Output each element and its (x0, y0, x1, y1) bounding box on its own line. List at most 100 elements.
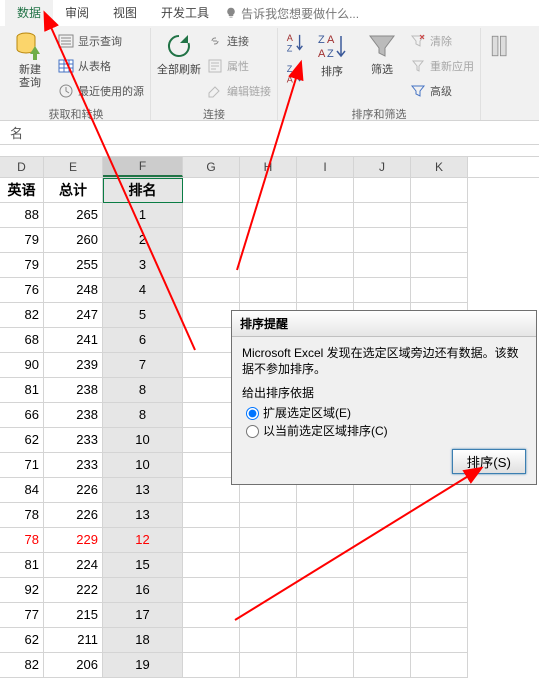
sort-desc-icon[interactable]: Z A (284, 61, 306, 89)
cell[interactable]: 68 (0, 328, 44, 353)
new-query-button[interactable]: 新建 查询 (8, 30, 52, 104)
cell[interactable]: 8 (103, 378, 183, 403)
cell[interactable]: 224 (44, 553, 103, 578)
edit-links-button[interactable]: 编辑链接 (207, 80, 271, 102)
cell[interactable]: 81 (0, 553, 44, 578)
cell[interactable]: 215 (44, 603, 103, 628)
cell[interactable]: 88 (0, 203, 44, 228)
cell[interactable]: 92 (0, 578, 44, 603)
tell-me[interactable]: 告诉我您想要做什么... (225, 0, 359, 26)
cell[interactable]: 260 (44, 228, 103, 253)
cell[interactable]: 247 (44, 303, 103, 328)
radio-expand[interactable]: 扩展选定区域(E) (246, 405, 526, 421)
col-header-J[interactable]: J (354, 157, 411, 177)
cell[interactable]: 66 (0, 403, 44, 428)
radio-current[interactable]: 以当前选定区域排序(C) (246, 423, 526, 439)
cell[interactable]: 17 (103, 603, 183, 628)
header-cell-F[interactable]: 排名 (103, 178, 183, 203)
radio-expand-input[interactable] (246, 407, 259, 420)
cell[interactable]: 241 (44, 328, 103, 353)
cell[interactable]: 13 (103, 503, 183, 528)
cell[interactable]: 12 (103, 528, 183, 553)
cell[interactable]: 79 (0, 228, 44, 253)
clear-filter-button[interactable]: 清除 (410, 30, 474, 52)
cell[interactable]: 78 (0, 503, 44, 528)
dialog-sort-button[interactable]: 排序(S) (452, 449, 526, 474)
cell[interactable]: 62 (0, 428, 44, 453)
tab-review[interactable]: 审阅 (53, 0, 101, 26)
refresh-all-button[interactable]: 全部刷新 (157, 30, 201, 104)
cell[interactable]: 233 (44, 428, 103, 453)
col-header-D[interactable]: D (0, 157, 44, 177)
tab-view[interactable]: 视图 (101, 0, 149, 26)
cell[interactable]: 13 (103, 478, 183, 503)
radio-current-input[interactable] (246, 425, 259, 438)
cell[interactable]: 10 (103, 428, 183, 453)
col-header-G[interactable]: G (183, 157, 240, 177)
col-header-K[interactable]: K (411, 157, 468, 177)
header-cell-D[interactable]: 英语 (0, 178, 44, 203)
connections-button[interactable]: 连接 (207, 30, 271, 52)
col-header-F[interactable]: F (103, 157, 183, 177)
cell[interactable]: 6 (103, 328, 183, 353)
dialog-title: 排序提醒 (232, 311, 536, 337)
cell[interactable]: 229 (44, 528, 103, 553)
cell[interactable]: 233 (44, 453, 103, 478)
cell[interactable]: 8 (103, 403, 183, 428)
name-box-row: 名 (0, 121, 539, 145)
cell[interactable]: 16 (103, 578, 183, 603)
show-queries-button[interactable]: 显示查询 (58, 30, 144, 52)
cell[interactable]: 71 (0, 453, 44, 478)
filter-button[interactable]: 筛选 (360, 30, 404, 104)
sort-asc-icon[interactable]: A Z (284, 30, 306, 58)
properties-button[interactable]: 属性 (207, 55, 271, 77)
cell[interactable]: 2 (103, 228, 183, 253)
cell[interactable]: 226 (44, 503, 103, 528)
cell[interactable]: 5 (103, 303, 183, 328)
cell[interactable]: 238 (44, 378, 103, 403)
cell[interactable]: 226 (44, 478, 103, 503)
cell[interactable]: 211 (44, 628, 103, 653)
header-cell-E[interactable]: 总计 (44, 178, 103, 203)
cell[interactable]: 82 (0, 303, 44, 328)
cell[interactable]: 77 (0, 603, 44, 628)
cell[interactable]: 3 (103, 253, 183, 278)
cell[interactable]: 206 (44, 653, 103, 678)
reapply-button[interactable]: 重新应用 (410, 55, 474, 77)
name-box[interactable]: 名 (4, 123, 29, 142)
cell[interactable]: 10 (103, 453, 183, 478)
cell[interactable]: 90 (0, 353, 44, 378)
cell[interactable]: 238 (44, 403, 103, 428)
cell[interactable]: 15 (103, 553, 183, 578)
cell[interactable]: 82 (0, 653, 44, 678)
col-header-I[interactable]: I (297, 157, 354, 177)
tab-devtools[interactable]: 开发工具 (149, 0, 221, 26)
cell[interactable]: 255 (44, 253, 103, 278)
col-header-E[interactable]: E (44, 157, 103, 177)
cell[interactable]: 239 (44, 353, 103, 378)
cell[interactable]: 18 (103, 628, 183, 653)
cell[interactable]: 1 (103, 203, 183, 228)
recent-sources-button[interactable]: 最近使用的源 (58, 80, 144, 102)
cell[interactable]: 248 (44, 278, 103, 303)
cell[interactable]: 78 (0, 528, 44, 553)
more-button[interactable] (487, 30, 517, 104)
cell[interactable]: 7 (103, 353, 183, 378)
cell[interactable]: 76 (0, 278, 44, 303)
sort-button[interactable]: Z A A Z 排序 (310, 30, 354, 79)
dialog-text: Microsoft Excel 发现在选定区域旁边还有数据。该数据不参加排序。 (242, 345, 526, 377)
cell[interactable]: 81 (0, 378, 44, 403)
from-table-button[interactable]: 从表格 (58, 55, 144, 77)
cell[interactable]: 84 (0, 478, 44, 503)
column-headers: D E F G H I J K (0, 157, 539, 178)
svg-text:A: A (287, 74, 294, 84)
col-header-H[interactable]: H (240, 157, 297, 177)
cell[interactable]: 19 (103, 653, 183, 678)
tab-data[interactable]: 数据 (5, 0, 53, 26)
advanced-filter-button[interactable]: 高级 (410, 80, 474, 102)
cell[interactable]: 62 (0, 628, 44, 653)
cell[interactable]: 4 (103, 278, 183, 303)
cell[interactable]: 222 (44, 578, 103, 603)
cell[interactable]: 265 (44, 203, 103, 228)
cell[interactable]: 79 (0, 253, 44, 278)
